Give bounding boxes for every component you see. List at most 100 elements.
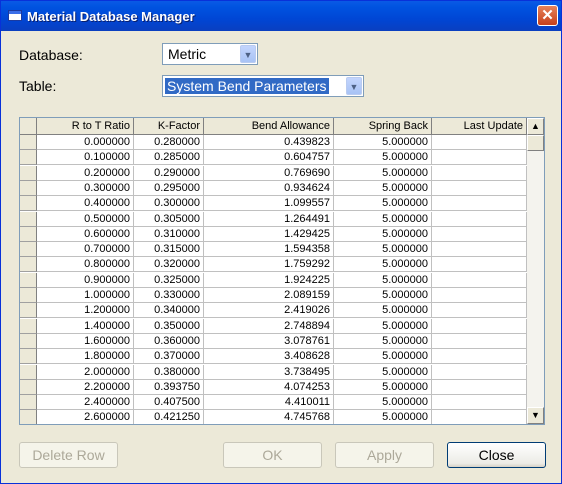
cell-k-factor[interactable]: 0.295000	[134, 180, 204, 196]
cell-last-update[interactable]	[432, 364, 527, 380]
cell-k-factor[interactable]: 0.290000	[134, 165, 204, 181]
cell-r-to-t-ratio[interactable]: 2.200000	[37, 379, 134, 395]
cell-r-to-t-ratio[interactable]: 2.000000	[37, 364, 134, 380]
cell-k-factor[interactable]: 0.320000	[134, 257, 204, 273]
cell-spring-back[interactable]: 5.000000	[334, 395, 432, 411]
column-header-bend-allowance[interactable]: Bend Allowance	[204, 118, 334, 135]
cell-k-factor[interactable]: 0.380000	[134, 364, 204, 380]
cell-last-update[interactable]	[432, 226, 527, 242]
close-window-button[interactable]: ✕	[537, 5, 558, 26]
chevron-down-icon[interactable]: ▼	[346, 77, 362, 95]
cell-spring-back[interactable]: 5.000000	[334, 196, 432, 212]
cell-k-factor[interactable]: 0.310000	[134, 226, 204, 242]
cell-spring-back[interactable]: 5.000000	[334, 333, 432, 349]
cell-spring-back[interactable]: 5.000000	[334, 242, 432, 258]
cell-bend-allowance[interactable]: 1.759292	[204, 257, 334, 273]
column-header-last-update[interactable]: Last Update	[432, 118, 527, 135]
row-header[interactable]	[20, 226, 37, 242]
cell-last-update[interactable]	[432, 333, 527, 349]
row-header[interactable]	[20, 364, 37, 380]
column-header-r-to-t-ratio[interactable]: R to T Ratio	[37, 118, 134, 135]
cell-last-update[interactable]	[432, 272, 527, 288]
cell-bend-allowance[interactable]: 1.924225	[204, 272, 334, 288]
cell-bend-allowance[interactable]: 0.604757	[204, 150, 334, 166]
cell-last-update[interactable]	[432, 257, 527, 273]
row-header[interactable]	[20, 150, 37, 166]
cell-bend-allowance[interactable]: 0.439823	[204, 135, 334, 150]
cell-r-to-t-ratio[interactable]: 0.300000	[37, 180, 134, 196]
row-header[interactable]	[20, 135, 37, 150]
cell-last-update[interactable]	[432, 395, 527, 411]
cell-bend-allowance[interactable]: 4.074253	[204, 379, 334, 395]
cell-last-update[interactable]	[432, 288, 527, 303]
cell-spring-back[interactable]: 5.000000	[334, 364, 432, 380]
scrollbar-thumb[interactable]	[527, 135, 544, 151]
cell-k-factor[interactable]: 0.305000	[134, 211, 204, 227]
cell-last-update[interactable]	[432, 180, 527, 196]
row-header[interactable]	[20, 196, 37, 212]
cell-k-factor[interactable]: 0.421250	[134, 410, 204, 424]
cell-bend-allowance[interactable]: 3.078761	[204, 333, 334, 349]
column-header-spring-back[interactable]: Spring Back	[334, 118, 432, 135]
cell-spring-back[interactable]: 5.000000	[334, 257, 432, 273]
vertical-scrollbar[interactable]: ▲ ▼	[527, 118, 544, 424]
cell-k-factor[interactable]: 0.325000	[134, 272, 204, 288]
cell-bend-allowance[interactable]: 0.934624	[204, 180, 334, 196]
cell-last-update[interactable]	[432, 303, 527, 319]
cell-r-to-t-ratio[interactable]: 0.700000	[37, 242, 134, 258]
row-header[interactable]	[20, 318, 37, 334]
cell-bend-allowance[interactable]: 1.099557	[204, 196, 334, 212]
cell-spring-back[interactable]: 5.000000	[334, 410, 432, 424]
cell-bend-allowance[interactable]: 3.408628	[204, 349, 334, 365]
cell-last-update[interactable]	[432, 242, 527, 258]
row-header[interactable]	[20, 395, 37, 411]
cell-r-to-t-ratio[interactable]: 0.000000	[37, 135, 134, 150]
row-header[interactable]	[20, 180, 37, 196]
chevron-down-icon[interactable]: ▼	[240, 45, 256, 63]
cell-r-to-t-ratio[interactable]: 0.900000	[37, 272, 134, 288]
cell-r-to-t-ratio[interactable]: 2.600000	[37, 410, 134, 424]
cell-k-factor[interactable]: 0.393750	[134, 379, 204, 395]
cell-bend-allowance[interactable]: 2.419026	[204, 303, 334, 319]
cell-spring-back[interactable]: 5.000000	[334, 349, 432, 365]
row-header[interactable]	[20, 272, 37, 288]
cell-k-factor[interactable]: 0.407500	[134, 395, 204, 411]
cell-spring-back[interactable]: 5.000000	[334, 180, 432, 196]
cell-k-factor[interactable]: 0.280000	[134, 135, 204, 150]
row-header[interactable]	[20, 257, 37, 273]
close-button[interactable]: Close	[447, 442, 546, 468]
cell-last-update[interactable]	[432, 211, 527, 227]
cell-spring-back[interactable]: 5.000000	[334, 318, 432, 334]
cell-r-to-t-ratio[interactable]: 0.400000	[37, 196, 134, 212]
database-select[interactable]: Metric ▼	[162, 43, 258, 65]
row-header[interactable]	[20, 410, 37, 424]
cell-r-to-t-ratio[interactable]: 1.600000	[37, 333, 134, 349]
cell-k-factor[interactable]: 0.350000	[134, 318, 204, 334]
cell-r-to-t-ratio[interactable]: 1.400000	[37, 318, 134, 334]
cell-k-factor[interactable]: 0.360000	[134, 333, 204, 349]
cell-spring-back[interactable]: 5.000000	[334, 150, 432, 166]
cell-bend-allowance[interactable]: 3.738495	[204, 364, 334, 380]
arrow-up-icon[interactable]: ▲	[527, 118, 544, 135]
cell-bend-allowance[interactable]: 4.410011	[204, 395, 334, 411]
row-header[interactable]	[20, 242, 37, 258]
cell-k-factor[interactable]: 0.340000	[134, 303, 204, 319]
row-header[interactable]	[20, 165, 37, 181]
row-header[interactable]	[20, 349, 37, 365]
cell-spring-back[interactable]: 5.000000	[334, 226, 432, 242]
title-bar[interactable]: Material Database Manager ✕	[1, 1, 561, 31]
row-header[interactable]	[20, 211, 37, 227]
cell-bend-allowance[interactable]: 1.429425	[204, 226, 334, 242]
cell-spring-back[interactable]: 5.000000	[334, 211, 432, 227]
cell-k-factor[interactable]: 0.300000	[134, 196, 204, 212]
bend-parameters-grid[interactable]: R to T Ratio K-Factor Bend Allowance Spr…	[19, 117, 545, 425]
cell-last-update[interactable]	[432, 379, 527, 395]
cell-spring-back[interactable]: 5.000000	[334, 288, 432, 303]
cell-k-factor[interactable]: 0.370000	[134, 349, 204, 365]
cell-spring-back[interactable]: 5.000000	[334, 135, 432, 150]
cell-k-factor[interactable]: 0.330000	[134, 288, 204, 303]
cell-last-update[interactable]	[432, 318, 527, 334]
cell-r-to-t-ratio[interactable]: 0.200000	[37, 165, 134, 181]
cell-bend-allowance[interactable]: 2.089159	[204, 288, 334, 303]
table-select[interactable]: System Bend Parameters ▼	[162, 75, 364, 97]
